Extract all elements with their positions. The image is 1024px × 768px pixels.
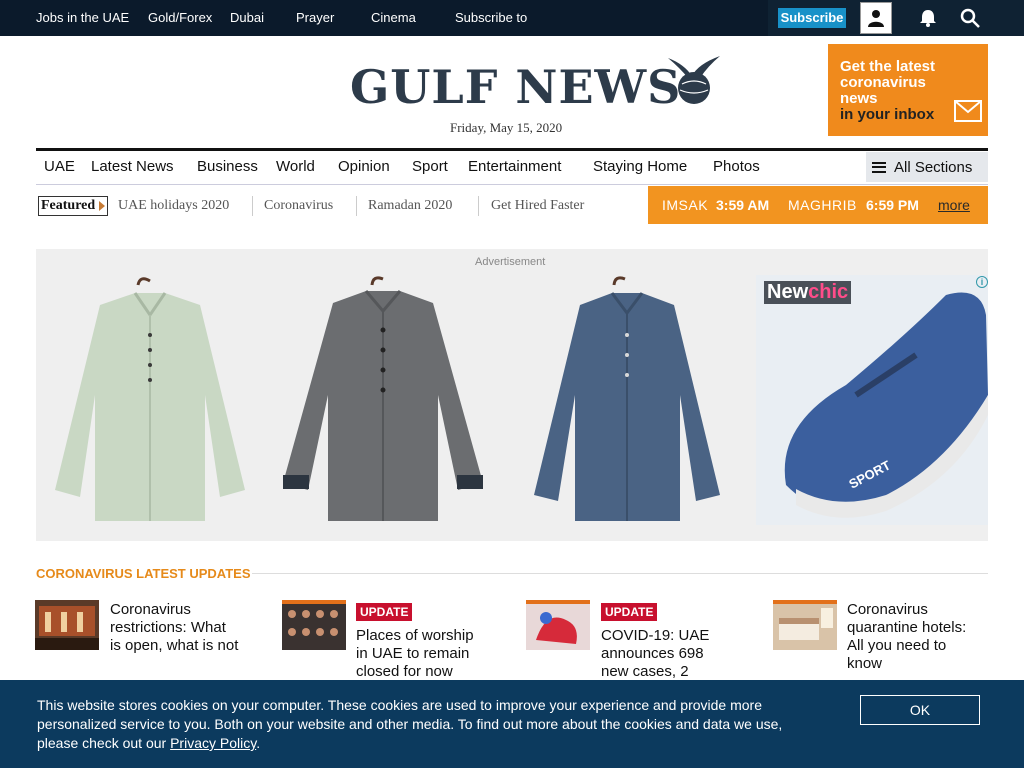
promo-line-3: news — [840, 90, 878, 107]
top-link-dubai[interactable]: Dubai — [230, 10, 264, 25]
maghrib-label: MAGHRIB — [788, 197, 857, 213]
nav-item-empty[interactable] — [770, 152, 858, 184]
featured-empty-slot[interactable] — [598, 186, 646, 224]
covid-section-divider — [252, 573, 988, 574]
featured-label: Featured — [38, 196, 108, 216]
nav-item-staying-home[interactable]: Staying Home — [593, 158, 687, 175]
update-badge: UPDATE — [601, 603, 658, 621]
hamburger-icon — [872, 161, 886, 173]
nav-item-uae[interactable]: UAE — [44, 158, 75, 175]
brand-new: New — [767, 281, 809, 303]
tag-uae-holidays[interactable]: UAE holidays 2020 — [118, 198, 229, 214]
top-link-subscribe-to[interactable]: Subscribe to — [455, 10, 527, 25]
tag-separator — [356, 196, 357, 216]
covid-section-title[interactable]: CORONAVIRUS LATEST UPDATES — [36, 566, 251, 581]
cookie-text-line-1: This website stores cookies on your comp… — [37, 697, 762, 713]
cookie-text-line-2: personalized service to you. Both on you… — [37, 716, 783, 732]
cookie-banner: This website stores cookies on your comp… — [0, 680, 1024, 768]
story-thumbnail[interactable] — [282, 600, 346, 650]
newchic-logo[interactable]: Newchic — [764, 281, 852, 304]
story-thumbnail[interactable] — [35, 600, 99, 650]
tag-separator — [252, 196, 253, 216]
subscribe-button[interactable]: Subscribe — [778, 8, 846, 28]
imsak-label: IMSAK — [662, 197, 709, 213]
story-thumbnail[interactable] — [526, 600, 590, 650]
ad-shirt-green[interactable] — [40, 275, 260, 525]
all-sections-button[interactable]: All Sections — [866, 152, 988, 182]
maghrib-time: 6:59 PM — [866, 197, 919, 213]
menu-button[interactable] — [988, 0, 1024, 36]
site-logo[interactable]: GULF NEWS — [350, 60, 681, 114]
tag-ramadan[interactable]: Ramadan 2020 — [368, 198, 452, 214]
nav-item-sport[interactable]: Sport — [412, 158, 448, 175]
story-title[interactable]: Coronavirus restrictions: What is open, … — [110, 601, 238, 655]
story-title[interactable]: COVID-19: UAE announces 698 new cases, 2 — [601, 627, 709, 681]
tag-get-hired[interactable]: Get Hired Faster — [491, 198, 584, 214]
search-icon[interactable] — [954, 2, 986, 34]
current-date: Friday, May 15, 2020 — [450, 120, 563, 135]
top-link-jobs[interactable]: Jobs in the UAE — [36, 10, 129, 25]
top-link-gold-forex[interactable]: Gold/Forex — [148, 10, 212, 25]
advertisement-label: Advertisement — [475, 256, 546, 268]
cookie-text-line-3: please check out our Privacy Policy. — [37, 735, 261, 751]
nav-bottom-divider — [36, 184, 988, 185]
tag-coronavirus[interactable]: Coronavirus — [264, 198, 333, 214]
cookie-ok-button[interactable]: OK — [860, 695, 980, 725]
nav-item-latest-news[interactable]: Latest News — [91, 158, 174, 175]
story-title[interactable]: Coronavirus quarantine hotels: All you n… — [847, 601, 966, 673]
ad-info-icon[interactable]: i — [976, 276, 988, 288]
envelope-icon — [954, 100, 982, 122]
ad-shirt-blue[interactable] — [520, 275, 740, 525]
top-link-cinema[interactable]: Cinema — [371, 10, 416, 25]
promo-line-1: Get the latest — [840, 58, 936, 75]
promo-line-2: coronavirus — [840, 74, 926, 91]
nav-item-photos[interactable]: Photos — [713, 158, 760, 175]
featured-arrow-icon — [99, 201, 105, 211]
all-sections-label: All Sections — [894, 158, 973, 176]
tag-separator — [478, 196, 479, 216]
prayer-more-link[interactable]: more — [938, 197, 970, 213]
update-badge: UPDATE — [356, 603, 413, 621]
nav-divider — [36, 148, 988, 151]
story-thumbnail[interactable] — [773, 600, 837, 650]
bell-icon[interactable] — [912, 2, 944, 34]
nav-item-business[interactable]: Business — [197, 158, 258, 175]
prayer-times-bar: IMSAK 3:59 AM MAGHRIB 6:59 PM more — [648, 186, 988, 224]
newsletter-promo[interactable]: Get the latest coronavirus news in your … — [828, 44, 988, 136]
top-link-prayer[interactable]: Prayer — [296, 10, 334, 25]
story-title[interactable]: Places of worship in UAE to remain close… — [356, 627, 474, 681]
imsak-time: 3:59 AM — [716, 197, 770, 213]
nav-item-opinion[interactable]: Opinion — [338, 158, 390, 175]
brand-chic: chic — [808, 281, 849, 303]
user-icon[interactable] — [860, 2, 892, 34]
eagle-logo-icon — [664, 50, 724, 106]
privacy-policy-link[interactable]: Privacy Policy — [170, 735, 256, 751]
cookie-text: This website stores cookies on your comp… — [37, 696, 837, 753]
promo-line-4: in your inbox — [840, 106, 935, 123]
nav-item-world[interactable]: World — [276, 158, 315, 175]
nav-item-entertainment[interactable]: Entertainment — [468, 158, 561, 175]
ad-shoe[interactable]: SPORT — [756, 275, 988, 525]
ad-shirt-grey[interactable] — [278, 275, 488, 525]
